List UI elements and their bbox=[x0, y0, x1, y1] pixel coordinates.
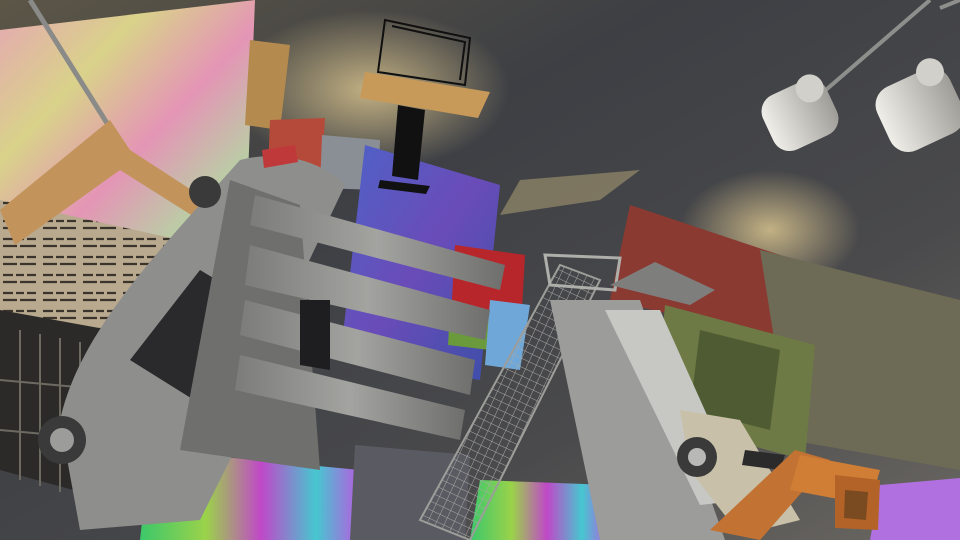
scene-canvas bbox=[0, 0, 960, 540]
scene-svg bbox=[0, 0, 960, 540]
ground-purple-tile bbox=[870, 478, 960, 540]
car-wheel-2 bbox=[189, 176, 221, 208]
